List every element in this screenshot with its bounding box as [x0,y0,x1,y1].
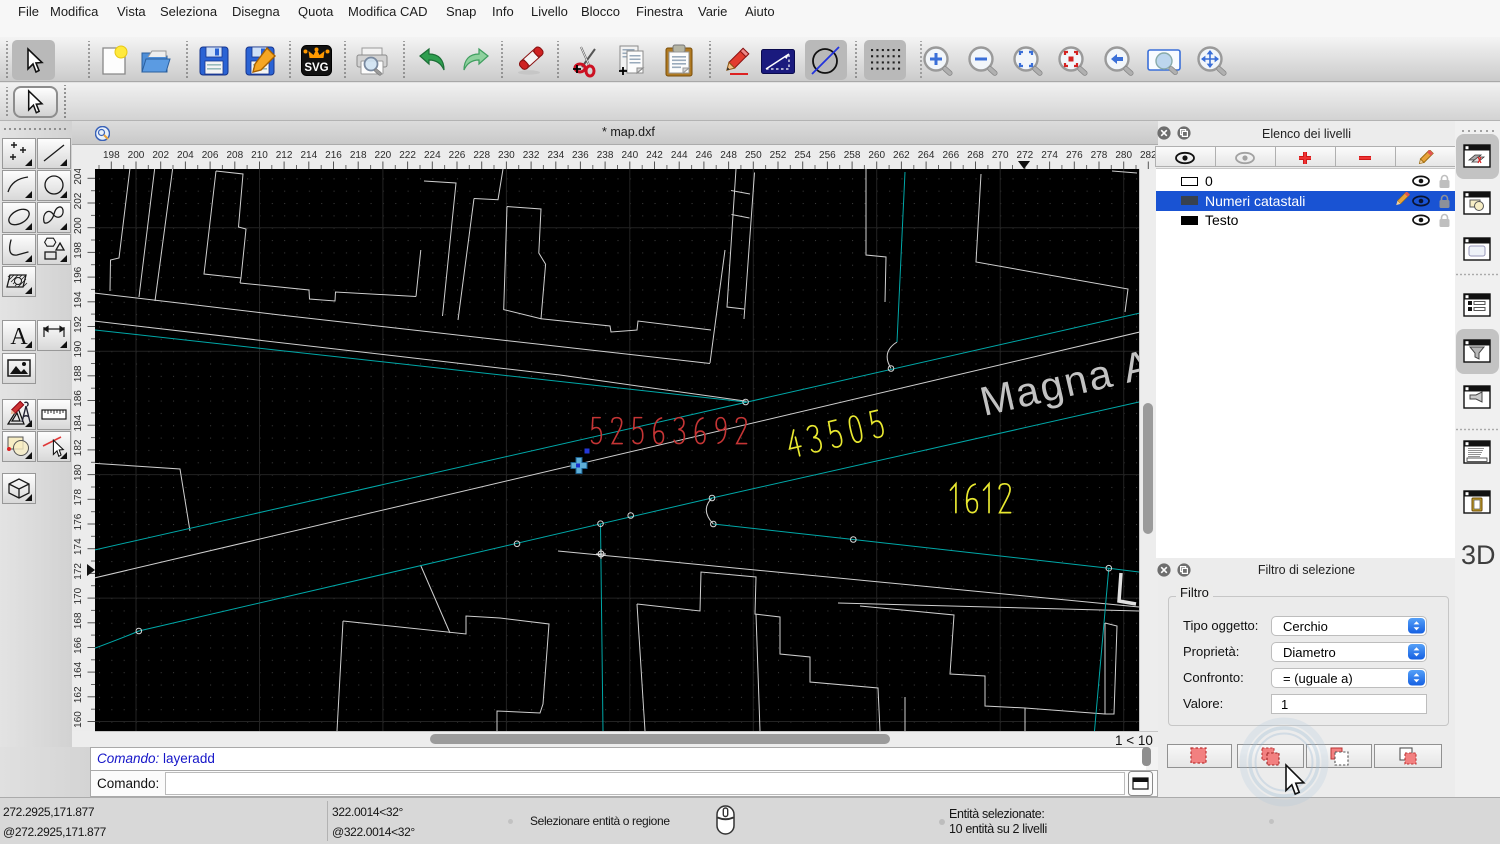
svg-text:248: 248 [720,150,737,161]
svg-text:192: 192 [73,316,84,333]
svg-text:160: 160 [73,711,84,728]
svg-text:236: 236 [572,150,589,161]
svg-text:178: 178 [73,489,84,506]
svg-text:182: 182 [73,439,84,456]
svg-text:176: 176 [73,513,84,530]
svg-text:190: 190 [73,340,84,357]
svg-text:218: 218 [350,150,367,161]
svg-text:222: 222 [399,150,416,161]
svg-text:206: 206 [202,150,219,161]
svg-text:SVG: SVG [304,62,328,74]
svg-text:212: 212 [276,150,293,161]
svg-text:260: 260 [868,150,885,161]
svg-text:252: 252 [770,150,787,161]
svg-text:244: 244 [671,150,688,161]
svg-text:272: 272 [1017,150,1034,161]
svg-text:198: 198 [103,150,120,161]
svg-text:226: 226 [449,150,466,161]
svg-text:230: 230 [498,150,515,161]
svg-text:216: 216 [325,150,342,161]
svg-text:270: 270 [992,150,1009,161]
svg-text:200: 200 [128,150,145,161]
svg-text:202: 202 [73,192,84,209]
svg-text:268: 268 [967,150,984,161]
svg-text:274: 274 [1041,150,1058,161]
svg-text:254: 254 [794,150,811,161]
svg-text:240: 240 [621,150,638,161]
svg-text:214: 214 [300,150,317,161]
svg-text:238: 238 [597,150,614,161]
svg-text:166: 166 [73,637,84,654]
svg-text:A: A [10,324,28,350]
svg-text:172: 172 [73,563,84,580]
svg-text:232: 232 [523,150,540,161]
svg-text:168: 168 [73,612,84,629]
svg-text:256: 256 [819,150,836,161]
svg-text:262: 262 [893,150,910,161]
svg-text:220: 220 [375,150,392,161]
svg-text:180: 180 [73,464,84,481]
svg-text:170: 170 [73,587,84,604]
svg-text:200: 200 [73,217,84,234]
svg-text:264: 264 [918,150,935,161]
svg-text:278: 278 [1091,150,1108,161]
svg-text:204: 204 [177,150,194,161]
svg-text:194: 194 [73,291,84,308]
svg-text:202: 202 [152,150,169,161]
svg-text:234: 234 [547,150,564,161]
svg-text:242: 242 [646,150,663,161]
svg-text:280: 280 [1115,150,1132,161]
svg-text:184: 184 [73,414,84,431]
svg-text:162: 162 [73,686,84,703]
svg-text:186: 186 [73,390,84,407]
svg-text:196: 196 [73,266,84,283]
svg-text:164: 164 [73,661,84,678]
svg-text:246: 246 [696,150,713,161]
svg-text:276: 276 [1066,150,1083,161]
svg-text:204: 204 [73,168,84,185]
svg-text:250: 250 [745,150,762,161]
svg-text:198: 198 [73,242,84,259]
svg-text:266: 266 [942,150,959,161]
svg-text:228: 228 [473,150,490,161]
svg-text:208: 208 [226,150,243,161]
svg-text:174: 174 [73,538,84,555]
svg-text:258: 258 [844,150,861,161]
svg-text:188: 188 [73,365,84,382]
svg-text:210: 210 [251,150,268,161]
svg-text:224: 224 [424,150,441,161]
